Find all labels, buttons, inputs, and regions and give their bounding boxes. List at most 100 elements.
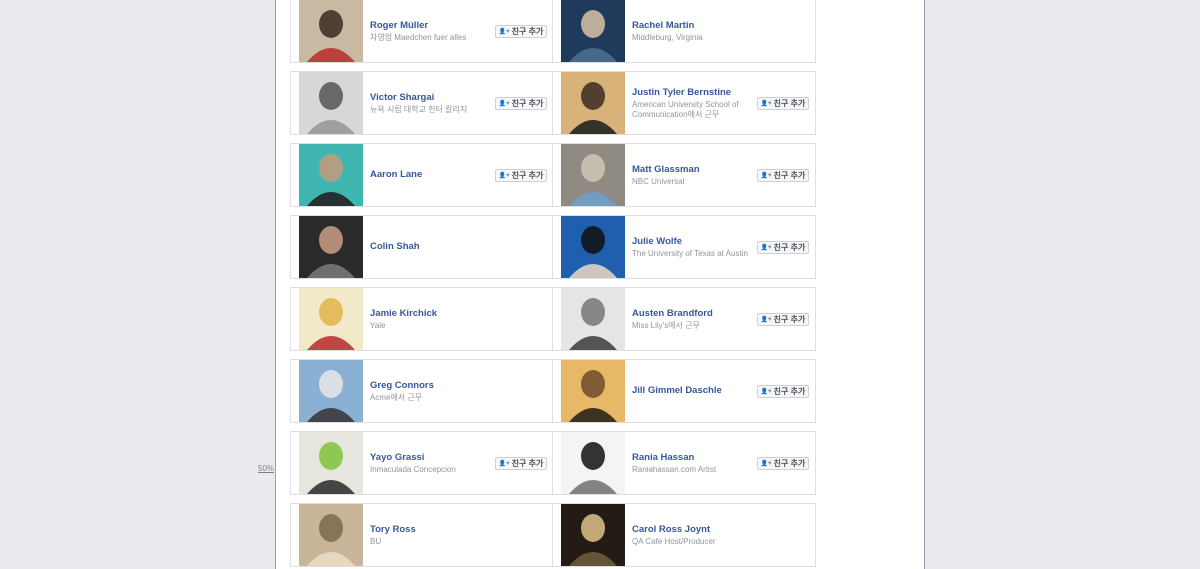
friend-subtitle: QA Cafe Host/Producer <box>632 536 716 546</box>
friend-name-link[interactable]: Victor Shargai <box>370 92 490 104</box>
friend-name-link[interactable]: Yayo Grassi <box>370 452 490 464</box>
friend-info: Jill Gimmel Daschle <box>632 360 752 422</box>
friend-info: Tory Ross BU <box>370 504 490 566</box>
friend-card: Rania Hassan Raniahassan.com Artist 👤+ 친구 추… <box>552 431 816 495</box>
profile-photo[interactable] <box>561 288 625 350</box>
friend-subtitle: Miss Lily's에서 근무 <box>632 320 700 330</box>
friend-subtitle: Yale <box>370 320 386 330</box>
friend-name-link[interactable]: Tory Ross <box>370 524 490 536</box>
add-friend-icon: 👤+ <box>760 101 772 107</box>
friend-subtitle: The University of Texas at Austin <box>632 248 748 258</box>
add-friend-icon: 👤+ <box>498 29 510 35</box>
profile-photo[interactable] <box>561 504 625 566</box>
add-friend-icon: 👤+ <box>760 245 772 251</box>
profile-photo[interactable] <box>561 72 625 134</box>
profile-photo[interactable] <box>299 72 363 134</box>
add-friend-button[interactable]: 👤+ 친구 추가 <box>495 25 547 38</box>
add-friend-button[interactable]: 👤+ 친구 추가 <box>495 169 547 182</box>
add-friend-label: 친구 추가 <box>773 315 806 324</box>
friend-info: Matt Glassman NBC Universal <box>632 144 752 206</box>
friend-card: Austen Brandford Miss Lily's에서 근무 👤+ 친구 추가 <box>552 287 816 351</box>
add-friend-label: 친구 추가 <box>511 27 544 36</box>
add-friend-icon: 👤+ <box>760 461 772 467</box>
add-friend-button[interactable]: 👤+ 친구 추가 <box>757 169 809 182</box>
profile-photo[interactable] <box>299 216 363 278</box>
friend-name-link[interactable]: Jill Gimmel Daschle <box>632 385 752 397</box>
add-friend-button[interactable]: 👤+ 친구 추가 <box>757 97 809 110</box>
profile-photo[interactable] <box>561 216 625 278</box>
add-friend-icon: 👤+ <box>760 173 772 179</box>
friend-info: Jamie Kirchick Yale <box>370 288 490 350</box>
friend-name-link[interactable]: Justin Tyler Bernstine <box>632 87 752 99</box>
friend-info: Rachel Martin Middleburg, Virginia <box>632 0 752 62</box>
friend-subtitle: 뉴욕 시립 대학교 헌터 칼리지 <box>370 104 468 114</box>
friend-card: Roger Müller 자영업 Maedchen fuer alles 👤+ 친구 … <box>290 0 554 63</box>
friend-name-link[interactable]: Jamie Kirchick <box>370 308 490 320</box>
friend-subtitle: NBC Universal <box>632 176 685 186</box>
friend-card: Jill Gimmel Daschle 👤+ 친구 추가 <box>552 359 816 423</box>
add-friend-button[interactable]: 👤+ 친구 추가 <box>757 241 809 254</box>
add-friend-icon: 👤+ <box>760 389 772 395</box>
friend-name-link[interactable]: Julie Wolfe <box>632 236 752 248</box>
add-friend-button[interactable]: 👤+ 친구 추가 <box>757 313 809 326</box>
profile-photo[interactable] <box>561 360 625 422</box>
add-friend-icon: 👤+ <box>498 461 510 467</box>
friend-card: Julie Wolfe The University of Texas at Au… <box>552 215 816 279</box>
friend-card: Carol Ross Joynt QA Cafe Host/Producer <box>552 503 816 567</box>
profile-photo[interactable] <box>299 144 363 206</box>
add-friend-button[interactable]: 👤+ 친구 추가 <box>757 457 809 470</box>
profile-photo[interactable] <box>561 144 625 206</box>
friend-name-link[interactable]: Rachel Martin <box>632 20 752 32</box>
friend-name-link[interactable]: Aaron Lane <box>370 169 490 181</box>
profile-photo[interactable] <box>299 360 363 422</box>
add-friend-button[interactable]: 👤+ 친구 추가 <box>495 457 547 470</box>
friend-info: Colin Shah <box>370 216 490 278</box>
friend-card: Yayo Grassi Inmaculada Concepcion 👤+ 친구 추가 <box>290 431 554 495</box>
friend-card: Greg Connors Acme에서 근무 <box>290 359 554 423</box>
friend-name-link[interactable]: Matt Glassman <box>632 164 752 176</box>
friend-info: Carol Ross Joynt QA Cafe Host/Producer <box>632 504 752 566</box>
friend-info: Rania Hassan Raniahassan.com Artist <box>632 432 752 494</box>
add-friend-button[interactable]: 👤+ 친구 추가 <box>495 97 547 110</box>
friend-card: Matt Glassman NBC Universal 👤+ 친구 추가 <box>552 143 816 207</box>
friend-info: Yayo Grassi Inmaculada Concepcion <box>370 432 490 494</box>
friend-info: Julie Wolfe The University of Texas at Au… <box>632 216 752 278</box>
profile-photo[interactable] <box>299 288 363 350</box>
friend-card: Jamie Kirchick Yale <box>290 287 554 351</box>
friend-info: Justin Tyler Bernstine American Universit… <box>632 72 752 134</box>
friend-name-link[interactable]: Greg Connors <box>370 380 490 392</box>
add-friend-label: 친구 추가 <box>773 459 806 468</box>
friend-card: Tory Ross BU <box>290 503 554 567</box>
friend-info: Austen Brandford Miss Lily's에서 근무 <box>632 288 752 350</box>
profile-photo[interactable] <box>299 0 363 62</box>
zoom-label[interactable]: 50% <box>258 464 274 473</box>
friend-card: Rachel Martin Middleburg, Virginia <box>552 0 816 63</box>
friend-name-link[interactable]: Carol Ross Joynt <box>632 524 752 536</box>
add-friend-label: 친구 추가 <box>511 459 544 468</box>
add-friend-icon: 👤+ <box>760 317 772 323</box>
friend-info: Roger Müller 자영업 Maedchen fuer alles <box>370 0 490 62</box>
friend-info: Victor Shargai 뉴욕 시립 대학교 헌터 칼리지 <box>370 72 490 134</box>
add-friend-icon: 👤+ <box>498 101 510 107</box>
add-friend-label: 친구 추가 <box>773 243 806 252</box>
friend-info: Greg Connors Acme에서 근무 <box>370 360 490 422</box>
friend-name-link[interactable]: Rania Hassan <box>632 452 752 464</box>
friend-subtitle: Inmaculada Concepcion <box>370 464 456 474</box>
friend-name-link[interactable]: Roger Müller <box>370 20 490 32</box>
friend-subtitle: Acme에서 근무 <box>370 392 423 402</box>
add-friend-label: 친구 추가 <box>511 171 544 180</box>
friend-card: Colin Shah <box>290 215 554 279</box>
profile-photo[interactable] <box>561 432 625 494</box>
friend-subtitle: Middleburg, Virginia <box>632 32 703 42</box>
friend-name-link[interactable]: Austen Brandford <box>632 308 752 320</box>
friend-subtitle: American University School of Communicat… <box>632 99 739 119</box>
profile-photo[interactable] <box>561 0 625 62</box>
add-friend-button[interactable]: 👤+ 친구 추가 <box>757 385 809 398</box>
profile-photo[interactable] <box>299 432 363 494</box>
profile-photo[interactable] <box>299 504 363 566</box>
friend-subtitle: Raniahassan.com Artist <box>632 464 717 474</box>
add-friend-label: 친구 추가 <box>773 387 806 396</box>
friend-subtitle: 자영업 Maedchen fuer alles <box>370 32 467 42</box>
friend-name-link[interactable]: Colin Shah <box>370 241 490 253</box>
friend-card: Aaron Lane 👤+ 친구 추가 <box>290 143 554 207</box>
